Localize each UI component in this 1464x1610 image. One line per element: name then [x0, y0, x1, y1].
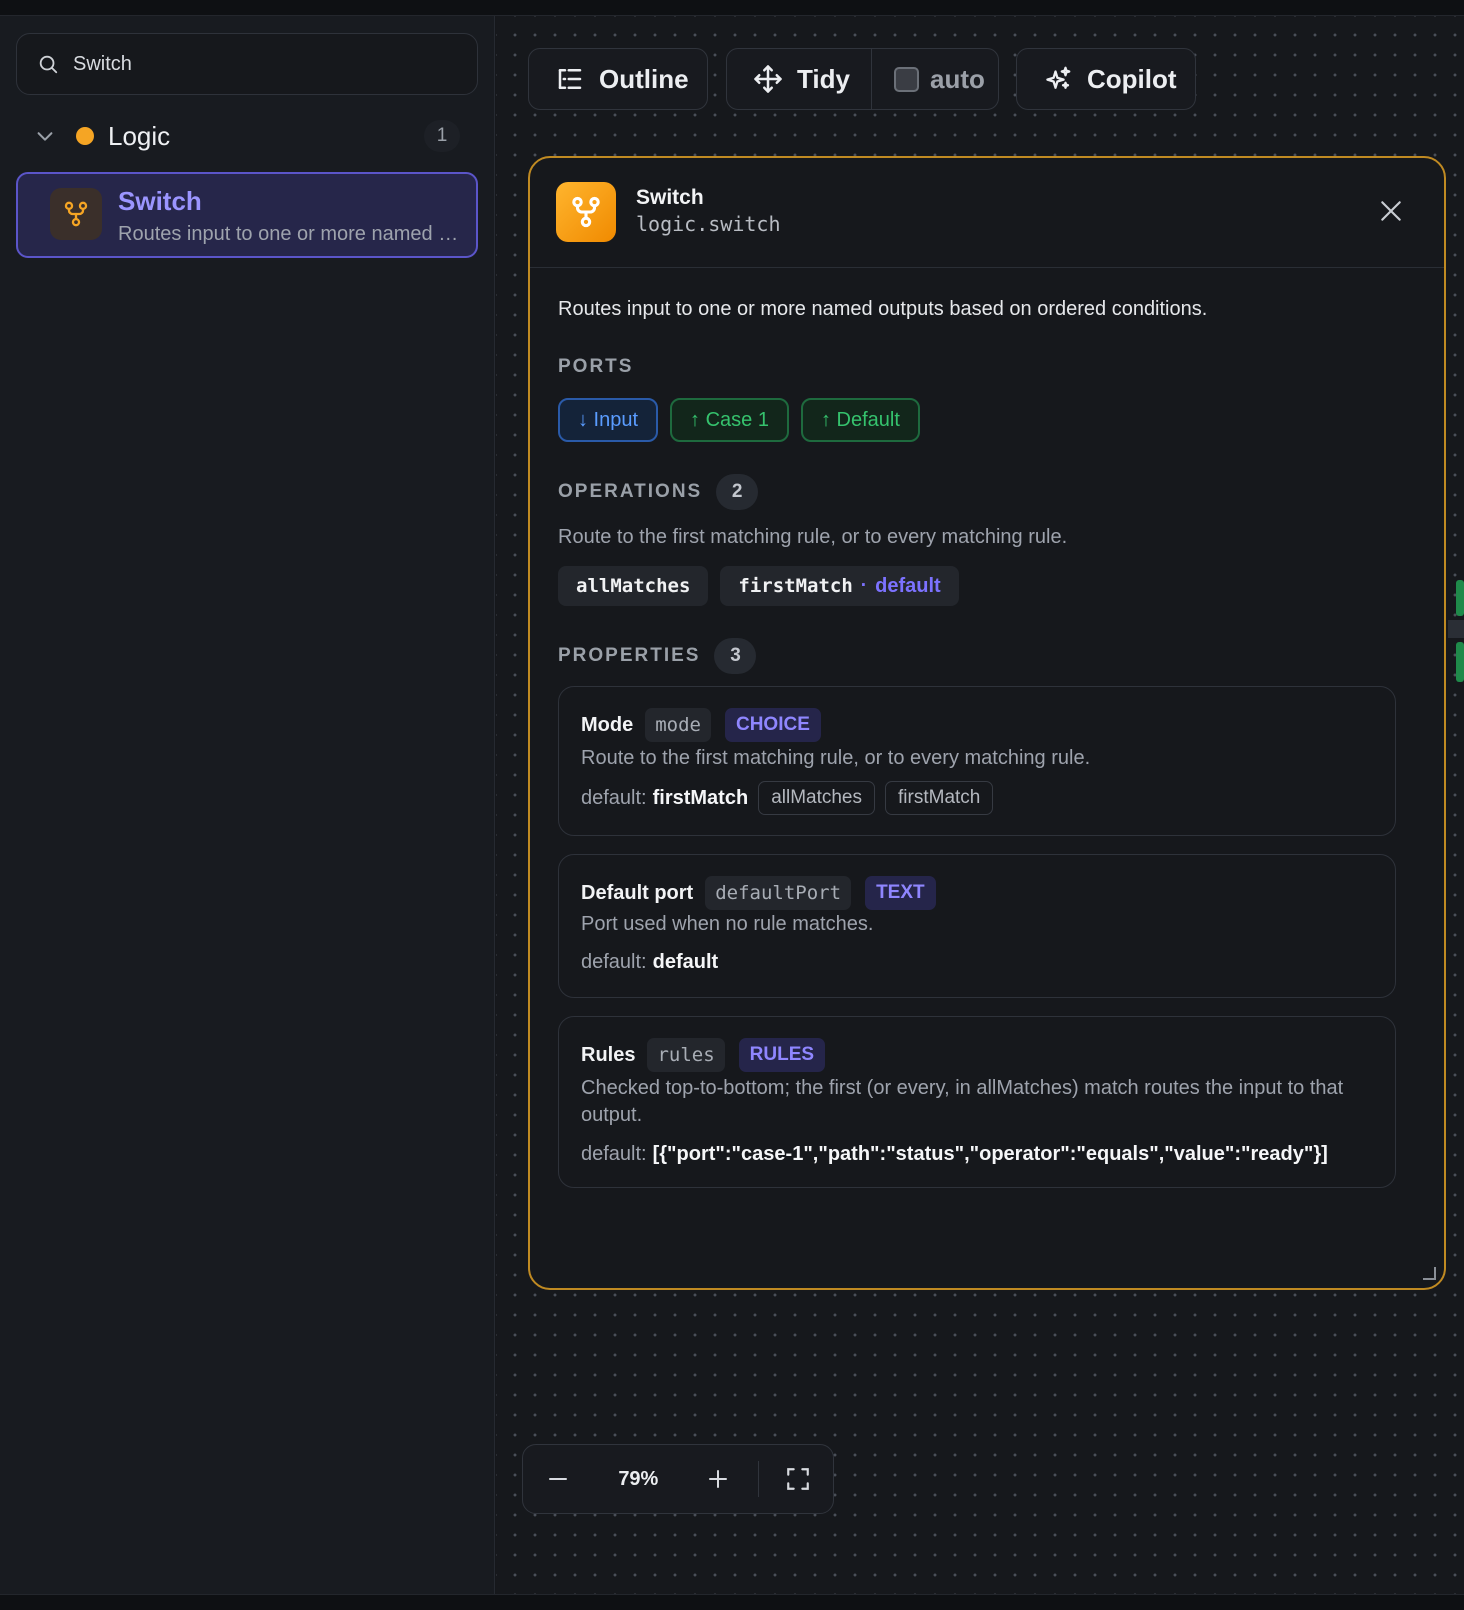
auto-label: auto	[930, 63, 985, 94]
sparkles-icon	[1046, 66, 1071, 89]
auto-checkbox[interactable]	[894, 66, 919, 92]
property-name: Default port	[581, 881, 694, 904]
ports-heading: PORTS	[558, 356, 633, 378]
node-edge-fragment	[1448, 580, 1464, 682]
tidy-control: Tidy auto	[726, 48, 999, 110]
close-icon[interactable]	[1378, 198, 1404, 224]
property-card-rules: Rules rules RULES Checked top-to-bottom;…	[558, 1016, 1396, 1188]
search-icon	[39, 55, 58, 74]
plus-icon	[709, 1470, 728, 1488]
property-card-default-port: Default port defaultPort TEXT Port used …	[558, 854, 1396, 998]
property-description: Port used when no rule matches.	[581, 913, 874, 935]
outline-button[interactable]: Outline	[528, 48, 708, 110]
port-default[interactable]: ↑ Default	[800, 398, 920, 442]
default-value: [{"port":"case-1","path":"status","opera…	[652, 1143, 1328, 1165]
default-operation-tag: default	[875, 574, 941, 597]
category-label: Logic	[108, 120, 171, 151]
operation-first-match: firstMatch	[738, 575, 853, 597]
property-header: Rules rules RULES	[581, 1037, 826, 1073]
operations-description: Route to the first matching rule, or to …	[558, 526, 1068, 548]
port-case-1[interactable]: ↑ Case 1	[670, 398, 789, 442]
option-chip: firstMatch	[885, 781, 994, 815]
operations-count: 2	[716, 474, 759, 510]
node-detail-panel: Switch logic.switch Routes input to one …	[528, 156, 1446, 1290]
auto-toggle[interactable]: auto	[872, 49, 985, 109]
outline-label: Outline	[599, 63, 689, 94]
default-prefix: default:	[581, 1143, 647, 1165]
panel-description: Routes input to one or more named output…	[558, 298, 1208, 320]
option-chip: allMatches	[758, 781, 876, 815]
search-input[interactable]: Switch	[16, 33, 478, 95]
zoom-controls: 79%	[522, 1444, 834, 1514]
category-color-dot	[76, 127, 94, 145]
default-value: default	[652, 951, 719, 973]
switch-node-icon	[50, 188, 102, 240]
panel-node-type: logic.switch	[636, 212, 781, 236]
operations-list: allMatches firstMatch · default	[558, 566, 959, 606]
property-default: default: [{"port":"case-1","path":"statu…	[581, 1143, 1328, 1166]
copilot-label: Copilot	[1087, 63, 1177, 94]
category-group-logic[interactable]: Logic 1	[16, 112, 478, 160]
operations-heading: OPERATIONS 2	[558, 474, 759, 510]
property-name: Mode	[581, 713, 634, 736]
node-item-switch[interactable]: Switch Routes input to one or more named…	[16, 172, 478, 258]
zoom-in-button[interactable]	[683, 1445, 753, 1513]
node-library-sidebar: Switch Logic 1 Switch Routes input to on…	[0, 16, 495, 1594]
copilot-button[interactable]: Copilot	[1016, 48, 1196, 110]
property-default: default: default	[581, 951, 718, 974]
minus-icon	[549, 1478, 568, 1480]
property-type-badge: RULES	[738, 1038, 826, 1072]
operations-heading-label: OPERATIONS	[558, 481, 703, 502]
fit-view-button[interactable]	[763, 1445, 833, 1513]
node-item-title: Switch	[118, 186, 202, 216]
property-key: rules	[647, 1038, 725, 1072]
tidy-button[interactable]: Tidy	[727, 49, 872, 109]
chevron-down-icon[interactable]	[34, 125, 62, 147]
property-name: Rules	[581, 1043, 636, 1066]
default-separator: ·	[860, 575, 868, 596]
resize-handle-icon[interactable]	[1422, 1266, 1436, 1280]
ports-heading-label: PORTS	[558, 356, 634, 377]
property-header: Mode mode CHOICE	[581, 707, 821, 743]
operation-all-matches: allMatches	[576, 575, 691, 597]
fullscreen-icon	[787, 1468, 809, 1490]
outline-icon	[558, 69, 582, 89]
zoom-level: 79%	[618, 1467, 659, 1490]
property-description: Checked top-to-bottom; the first (or eve…	[581, 1077, 1344, 1126]
category-count-badge: 1	[424, 120, 460, 152]
zoom-divider	[757, 1461, 759, 1497]
default-prefix: default:	[581, 786, 647, 809]
property-card-mode: Mode mode CHOICE Route to the first matc…	[558, 686, 1396, 836]
property-default: default: firstMatch allMatches firstMatc…	[581, 781, 994, 815]
property-type-badge: TEXT	[865, 876, 936, 910]
property-description: Route to the first matching rule, or to …	[581, 747, 1091, 769]
property-key: defaultPort	[705, 876, 852, 910]
properties-count: 3	[714, 638, 757, 674]
tidy-label: Tidy	[797, 63, 850, 94]
property-header: Default port defaultPort TEXT	[581, 875, 936, 911]
default-value: firstMatch	[652, 786, 749, 809]
properties-heading: PROPERTIES 3	[558, 638, 757, 674]
flow-canvas[interactable]: Outline Tidy auto Copilot Switch logic.s…	[496, 16, 1464, 1594]
default-prefix: default:	[581, 951, 647, 973]
switch-node-icon	[556, 182, 616, 242]
top-window-strip	[0, 0, 1464, 16]
operation-chip[interactable]: allMatches	[558, 566, 709, 606]
panel-header: Switch logic.switch	[530, 158, 1444, 268]
port-input[interactable]: ↓ Input	[558, 398, 659, 442]
property-type-badge: CHOICE	[724, 708, 821, 742]
move-arrows-icon	[754, 65, 782, 93]
search-value[interactable]: Switch	[73, 53, 132, 76]
ports-list: ↓ Input ↑ Case 1 ↑ Default	[558, 398, 920, 442]
properties-heading-label: PROPERTIES	[558, 645, 701, 666]
node-item-description: Routes input to one or more named output…	[118, 223, 460, 245]
bottom-window-strip	[0, 1594, 1464, 1610]
zoom-out-button[interactable]	[523, 1445, 593, 1513]
operation-chip[interactable]: firstMatch · default	[720, 566, 959, 606]
panel-title: Switch	[636, 186, 704, 209]
property-key: mode	[645, 708, 711, 742]
